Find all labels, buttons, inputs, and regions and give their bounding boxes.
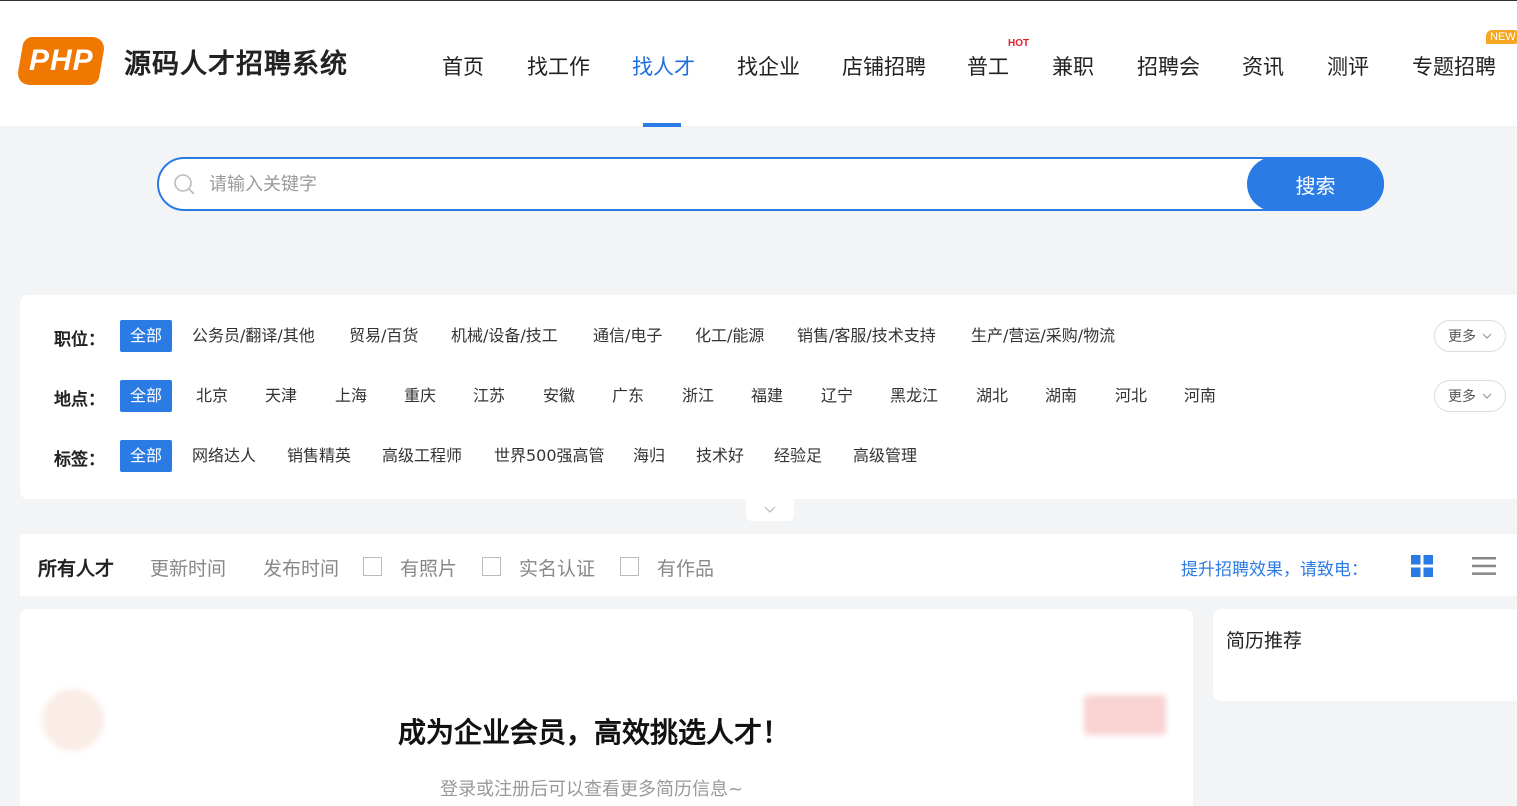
position-chip[interactable]: 机械/设备/技工 xyxy=(451,320,558,352)
has-photo-checkbox[interactable] xyxy=(363,557,382,576)
location-chip[interactable]: 浙江 xyxy=(682,380,714,412)
logo-text: 源码人才招聘系统 xyxy=(124,48,348,80)
location-chip[interactable]: 上海 xyxy=(335,380,367,412)
location-chip[interactable]: 河北 xyxy=(1115,380,1147,412)
location-chip[interactable]: 安徽 xyxy=(543,380,575,412)
list-view-icon[interactable] xyxy=(1472,556,1496,576)
filter-label-tags: 标签： xyxy=(54,450,105,470)
location-chip[interactable]: 江苏 xyxy=(473,380,505,412)
site-logo[interactable]: PHP 源码人才招聘系统 xyxy=(15,37,348,85)
sort-publish-time[interactable]: 发布时间 xyxy=(263,554,339,581)
nav-home[interactable]: 首页 xyxy=(442,51,484,81)
sort-update-time[interactable]: 更新时间 xyxy=(150,554,226,581)
avatar xyxy=(42,689,104,751)
location-more-label: 更多 xyxy=(1448,389,1476,405)
position-chip[interactable]: 化工/能源 xyxy=(695,320,764,352)
filter-row-tags: 标签： 全部 网络达人 销售精英 高级工程师 世界500强高管 海归 技术好 经… xyxy=(20,440,1517,474)
search-box xyxy=(157,157,1384,211)
nav-general-worker[interactable]: 普工 xyxy=(967,51,1009,81)
chevron-down-icon xyxy=(764,506,776,513)
member-prompt-title: 成为企业会员，高效挑选人才！ xyxy=(398,716,791,749)
nav-store-recruit[interactable]: 店铺招聘 xyxy=(842,51,926,81)
location-chip[interactable]: 广东 xyxy=(612,380,644,412)
filter-collapse-toggle[interactable] xyxy=(746,499,794,521)
grid-view-icon[interactable] xyxy=(1411,555,1433,577)
logo-badge: PHP xyxy=(15,37,107,85)
resume-list-locked: 成为企业会员，高效挑选人才！ 登录或注册后可以查看更多简历信息~ xyxy=(20,609,1193,806)
nav-find-job[interactable]: 找工作 xyxy=(527,51,590,81)
verified-label[interactable]: 实名认证 xyxy=(519,554,595,581)
position-chip[interactable]: 生产/营运/采购/物流 xyxy=(971,320,1115,352)
filter-label-position: 职位： xyxy=(54,330,105,350)
has-photo-label[interactable]: 有照片 xyxy=(400,554,457,581)
position-chip[interactable]: 通信/电子 xyxy=(593,320,662,352)
nav-find-talent[interactable]: 找人才 xyxy=(632,51,695,81)
tag-chip[interactable]: 海归 xyxy=(633,440,665,472)
search-icon xyxy=(174,174,195,195)
location-chip[interactable]: 黑龙江 xyxy=(890,380,938,412)
filter-row-location: 地点： 全部 北京 天津 上海 重庆 江苏 安徽 广东 浙江 福建 辽宁 黑龙江… xyxy=(20,380,1517,414)
filter-row-position: 职位： 全部 公务员/翻译/其他 贸易/百货 机械/设备/技工 通信/电子 化工… xyxy=(20,320,1517,354)
nav-news[interactable]: 资讯 xyxy=(1242,51,1284,81)
chevron-down-icon xyxy=(1482,333,1492,339)
sort-all-talent[interactable]: 所有人才 xyxy=(38,554,114,581)
hot-badge: HOT xyxy=(1008,38,1030,49)
tag-chip[interactable]: 经验足 xyxy=(774,440,822,472)
nav-special-recruit[interactable]: 专题招聘 xyxy=(1412,51,1496,81)
tag-chip[interactable]: 技术好 xyxy=(696,440,744,472)
new-badge: NEW xyxy=(1486,30,1517,44)
tag-chip-all[interactable]: 全部 xyxy=(120,440,173,472)
nav-job-fair[interactable]: 招聘会 xyxy=(1137,51,1200,81)
location-chip[interactable]: 辽宁 xyxy=(821,380,853,412)
tag-chip[interactable]: 高级管理 xyxy=(853,440,917,472)
nav-part-time[interactable]: 兼职 xyxy=(1052,51,1094,81)
location-chip[interactable]: 湖北 xyxy=(976,380,1008,412)
location-chip[interactable]: 天津 xyxy=(265,380,297,412)
has-works-label[interactable]: 有作品 xyxy=(657,554,714,581)
nav-find-company[interactable]: 找企业 xyxy=(737,51,800,81)
site-header: PHP 源码人才招聘系统 首页 找工作 找人才 找企业 店铺招聘 普工 兼职 招… xyxy=(0,0,1517,127)
position-chip[interactable]: 销售/客服/技术支持 xyxy=(797,320,936,352)
verified-checkbox[interactable] xyxy=(482,557,501,576)
location-chip[interactable]: 重庆 xyxy=(404,380,436,412)
location-chip[interactable]: 湖南 xyxy=(1045,380,1077,412)
position-chip[interactable]: 公务员/翻译/其他 xyxy=(192,320,315,352)
resume-recommend-panel: 简历推荐 xyxy=(1213,609,1517,701)
search-input[interactable] xyxy=(209,169,1239,199)
position-chip[interactable]: 贸易/百货 xyxy=(349,320,418,352)
sort-bar: 所有人才 更新时间 发布时间 有照片 实名认证 有作品 提升招聘效果，请致电： xyxy=(20,534,1517,596)
tag-chip[interactable]: 世界500强高管 xyxy=(494,440,605,472)
chevron-down-icon xyxy=(1482,393,1492,399)
location-chip[interactable]: 福建 xyxy=(751,380,783,412)
position-more-label: 更多 xyxy=(1448,329,1476,345)
location-chip[interactable]: 河南 xyxy=(1184,380,1216,412)
contact-tip: 提升招聘效果，请致电： xyxy=(1181,560,1368,580)
resume-recommend-title: 简历推荐 xyxy=(1226,630,1303,652)
location-chip[interactable]: 北京 xyxy=(196,380,228,412)
location-more-button[interactable]: 更多 xyxy=(1434,380,1506,412)
nav-assessment[interactable]: 测评 xyxy=(1327,51,1369,81)
has-works-checkbox[interactable] xyxy=(620,557,639,576)
logo-badge-text: PHP xyxy=(28,44,94,77)
filter-label-location: 地点： xyxy=(54,390,105,410)
location-chip-all[interactable]: 全部 xyxy=(120,380,173,412)
blurred-button xyxy=(1084,695,1166,735)
search-button[interactable]: 搜索 xyxy=(1247,157,1384,211)
nav-active-indicator xyxy=(643,123,681,127)
tag-chip[interactable]: 高级工程师 xyxy=(382,440,462,472)
position-chip-all[interactable]: 全部 xyxy=(120,320,173,352)
member-prompt-subtitle[interactable]: 登录或注册后可以查看更多简历信息~ xyxy=(440,775,743,801)
position-more-button[interactable]: 更多 xyxy=(1434,320,1506,352)
tag-chip[interactable]: 销售精英 xyxy=(287,440,351,472)
filter-panel: 职位： 全部 公务员/翻译/其他 贸易/百货 机械/设备/技工 通信/电子 化工… xyxy=(20,295,1517,499)
tag-chip[interactable]: 网络达人 xyxy=(192,440,256,472)
